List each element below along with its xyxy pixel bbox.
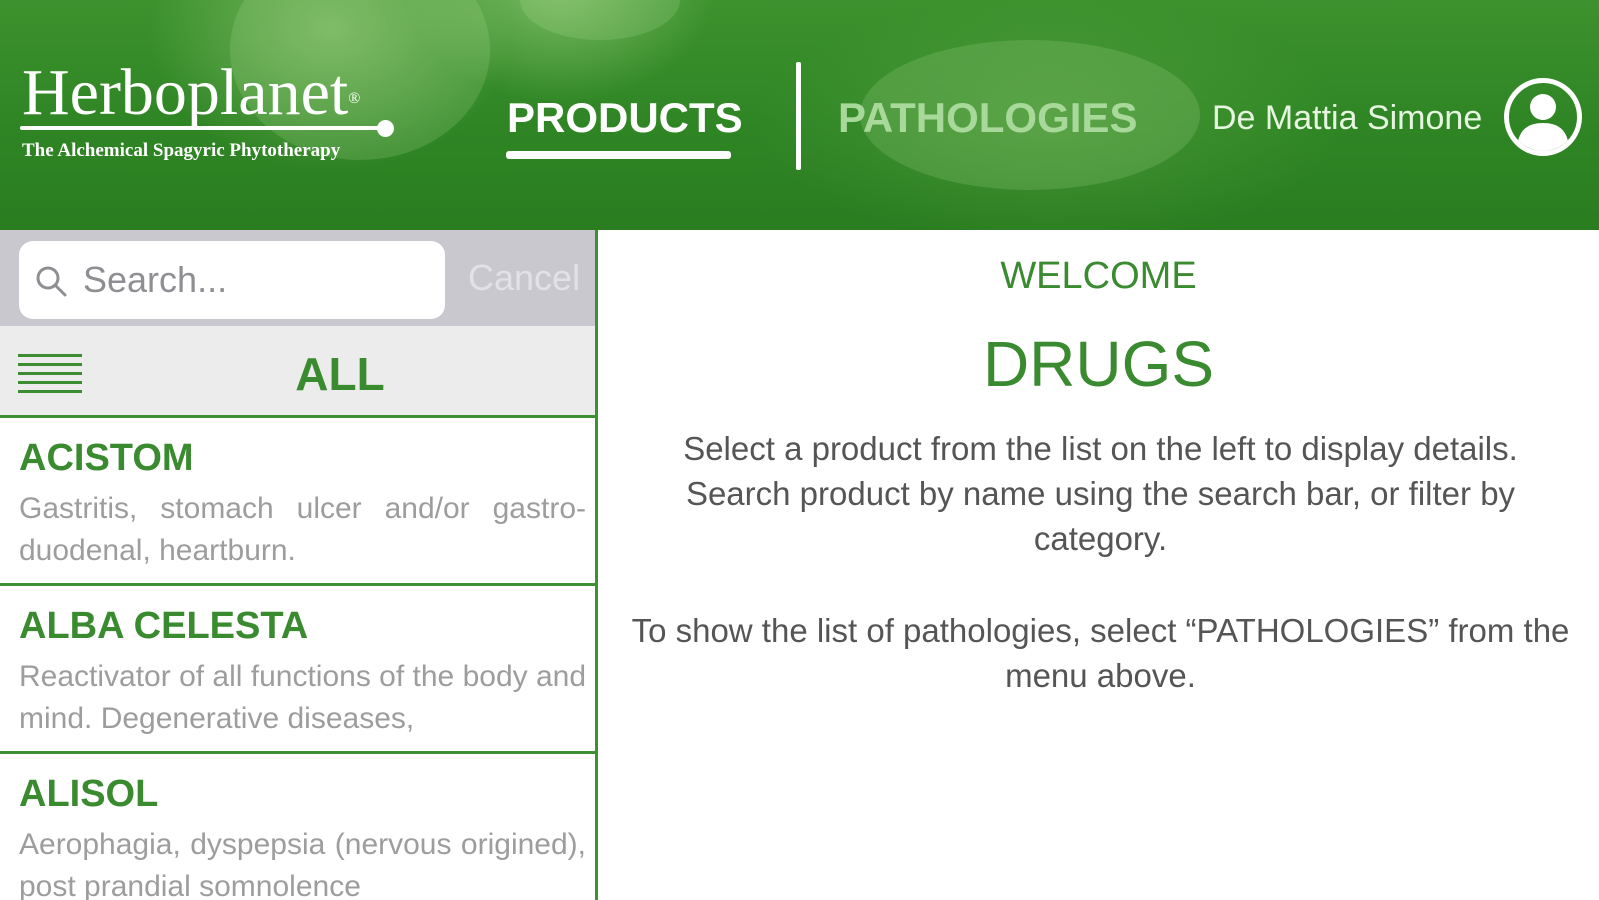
pathologies-hint-paragraph: To show the list of pathologies, select … [631, 612, 1570, 694]
herboplanet-logo: Herboplanet® The Alchemical Spagyric Phy… [18, 58, 403, 168]
app-window: Herboplanet® The Alchemical Spagyric Phy… [0, 0, 1599, 900]
product-description: Aerophagia, dyspepsia (nervous origined)… [19, 828, 586, 900]
product-name: ALISOL [19, 773, 159, 815]
logo-subtitle: The Alchemical Spagyric Phytotherapy [22, 140, 341, 161]
product-description: Reactivator of all functions of the body… [19, 660, 587, 735]
category-filter-label: ALL [295, 348, 385, 400]
list-item[interactable]: ALBA CELESTA Reactivator of all function… [0, 586, 595, 754]
product-list: ACISTOM Gastritis, stomach ulcer and/or … [0, 418, 595, 900]
tab-pathologies[interactable]: PATHOLOGIES [838, 94, 1137, 142]
product-name: ACISTOM [19, 437, 194, 479]
search-field[interactable] [19, 241, 445, 319]
user-name: De Mattia Simone [1212, 99, 1483, 137]
search-bar: Cancel [0, 230, 595, 326]
list-item[interactable]: ACISTOM Gastritis, stomach ulcer and/or … [0, 418, 595, 586]
user-avatar-icon[interactable] [1504, 78, 1582, 156]
search-icon [36, 266, 67, 297]
list-item[interactable]: ALISOL Aerophagia, dyspepsia (nervous or… [0, 754, 595, 900]
user-silhouette-icon [1517, 94, 1569, 151]
cancel-search-button[interactable]: Cancel [468, 252, 580, 304]
product-name: ALBA CELESTA [19, 605, 309, 647]
detail-panel: WELCOME DRUGS Select a product from the … [598, 230, 1599, 900]
app-header: Herboplanet® The Alchemical Spagyric Phy… [0, 0, 1599, 230]
logo-title: Herboplanet® [22, 56, 361, 129]
nav-divider [796, 62, 801, 170]
product-sidebar: Cancel ALL ACISTOM Gastritis, stomach ul… [0, 230, 598, 900]
logo-underline [20, 126, 382, 130]
page-title: DRUGS [982, 328, 1215, 400]
welcome-heading: WELCOME [1000, 255, 1197, 297]
hamburger-menu-icon[interactable] [18, 354, 84, 394]
search-input[interactable] [81, 241, 431, 319]
instructions-paragraph: Select a product from the list on the le… [683, 430, 1518, 557]
category-filter-bar: ALL [0, 326, 595, 418]
product-description: Gastritis, stomach ulcer and/or gastro-d… [19, 492, 586, 567]
header-leaf-decoration [520, 0, 680, 40]
tab-products-active-indicator [506, 151, 731, 159]
tab-products[interactable]: PRODUCTS [507, 94, 743, 142]
logo-dot [377, 120, 394, 137]
